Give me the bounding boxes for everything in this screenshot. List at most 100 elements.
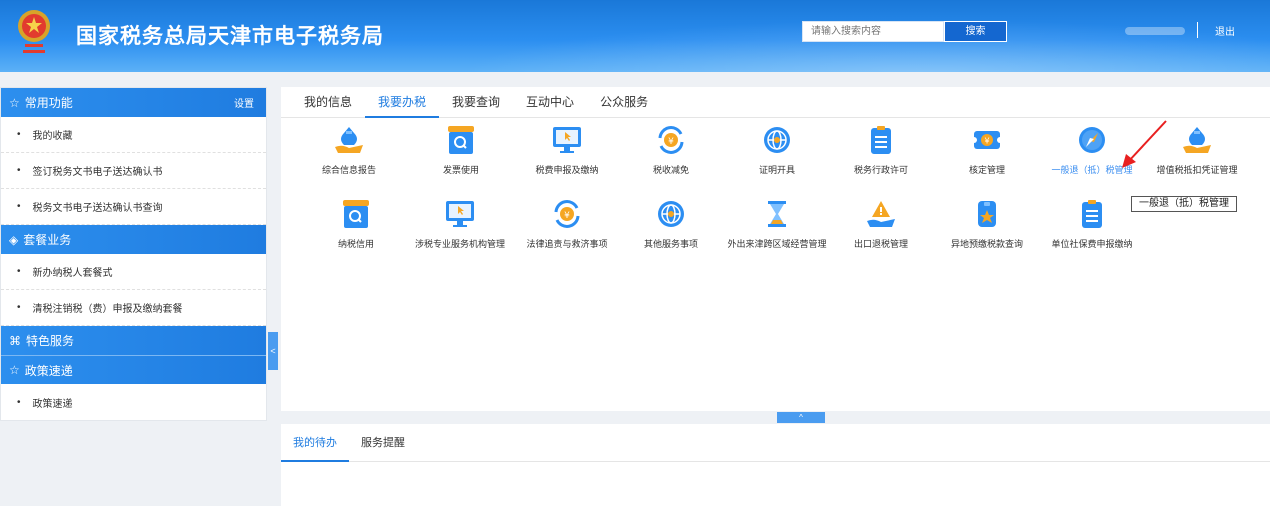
globe-icon — [658, 201, 684, 227]
service-remote-prepay-query[interactable]: 异地预缴税款查询 — [932, 199, 1042, 251]
clipboard-icon — [871, 126, 891, 154]
monitor-cursor-icon — [446, 201, 474, 227]
hand-warning-icon — [867, 201, 895, 227]
service-cross-region[interactable]: 外出来津跨区域经营管理 — [722, 199, 832, 251]
service-label: 综合信息报告 — [321, 165, 376, 175]
service-label: 证明开具 — [758, 165, 795, 175]
service-tax-declaration[interactable]: 税费申报及缴纳 — [512, 125, 622, 177]
site-header: 国家税务总局天津市电子税务局 搜索 退出 — [0, 0, 1270, 72]
service-label: 税收减免 — [652, 165, 689, 175]
tab-my-info[interactable]: 我的信息 — [291, 87, 365, 117]
sidebar-item-policy[interactable]: • 政策速递 — [1, 384, 266, 420]
globe-certificate-icon — [764, 127, 790, 153]
sidebar-section-special[interactable]: ⌘ 特色服务 — [1, 326, 266, 355]
sidebar-item-sign-confirmation[interactable]: • 签订税务文书电子送达确认书 — [1, 153, 266, 189]
star-badge-icon — [978, 201, 996, 227]
tooltip: 一般退（抵）税管理 — [1131, 196, 1237, 212]
site-title: 国家税务总局天津市电子税务局 — [76, 25, 384, 48]
service-label: 出口退税管理 — [853, 239, 908, 249]
bullet-icon: • — [17, 201, 21, 212]
service-other[interactable]: 其他服务事项 — [616, 199, 726, 251]
user-name-masked — [1125, 27, 1185, 35]
invoice-search-icon — [448, 126, 474, 154]
sidebar: ☆ 常用功能 设置 • 我的收藏 • 签订税务文书电子送达确认书 • 税务文书电子送达… — [0, 87, 267, 421]
sidebar-item-label: 政策速递 — [32, 398, 73, 410]
service-legal-remedy[interactable]: ¥ 法律追责与救济事项 — [512, 199, 622, 251]
bullet-icon: • — [17, 129, 21, 140]
sidebar-section-title: 套餐业务 — [23, 233, 72, 247]
service-label: 纳税信用 — [337, 239, 374, 249]
sidebar-item-label: 新办纳税人套餐式 — [32, 268, 113, 279]
sidebar-section-title: 政策速递 — [24, 363, 73, 378]
tab-interaction[interactable]: 互动中心 — [513, 87, 587, 117]
monitor-cursor-icon — [553, 127, 581, 153]
annotation-arrow-icon — [1122, 120, 1167, 168]
sidebar-item-deregistration-package[interactable]: • 清税注销税（费）申报及缴纳套餐 — [1, 290, 266, 326]
service-label: 税务行政许可 — [853, 165, 908, 175]
service-agency-management[interactable]: 涉税专业服务机构管理 — [405, 199, 515, 251]
grid-icon: ⌘ — [9, 333, 21, 348]
hourglass-icon — [768, 201, 786, 227]
service-label: 异地预缴税款查询 — [950, 239, 1023, 249]
star-outline-icon: ☆ — [9, 95, 20, 110]
bullet-icon: • — [17, 302, 21, 313]
sidebar-item-new-taxpayer-package[interactable]: • 新办纳税人套餐式 — [1, 254, 266, 290]
sidebar-item-confirmation-query[interactable]: • 税务文书电子送达确认书查询 — [1, 189, 266, 225]
yuan-ticket-icon: ¥ — [971, 131, 1003, 149]
tab-my-todo[interactable]: 我的待办 — [281, 424, 349, 462]
national-emblem-logo — [18, 10, 50, 53]
service-assessment[interactable]: ¥ 核定管理 — [932, 125, 1042, 177]
bullet-icon: • — [17, 266, 21, 277]
sidebar-item-label: 清税注销税（费）申报及缴纳套餐 — [32, 304, 183, 315]
sidebar-section-common[interactable]: ☆ 常用功能 设置 — [1, 88, 266, 117]
tab-tax-handling[interactable]: 我要办税 — [365, 87, 440, 118]
tab-query[interactable]: 我要查询 — [439, 87, 513, 117]
service-tax-credit[interactable]: 纳税信用 — [301, 199, 411, 251]
service-label: 单位社保费申报缴纳 — [1051, 239, 1133, 249]
main-tabs: 我的信息 我要办税 我要查询 互动中心 公众服务 — [281, 87, 1270, 118]
sidebar-section-package[interactable]: ◈ 套餐业务 — [1, 225, 266, 254]
logout-link[interactable]: 退出 — [1215, 23, 1235, 38]
service-invoice-use[interactable]: 发票使用 — [406, 125, 516, 177]
sidebar-section-title: 特色服务 — [26, 334, 75, 348]
hand-moneybag-icon — [335, 127, 363, 153]
compass-icon — [1079, 127, 1105, 153]
sidebar-item-favorites[interactable]: • 我的收藏 — [1, 117, 266, 153]
sidebar-section-policy[interactable]: ☆ 政策速递 — [1, 355, 266, 384]
yuan-refresh-icon: ¥ — [658, 126, 684, 154]
sidebar-item-label: 我的收藏 — [32, 131, 73, 142]
yuan-refresh-icon: ¥ — [554, 200, 580, 228]
service-label: 发票使用 — [442, 165, 479, 175]
service-certificate[interactable]: 证明开具 — [722, 125, 832, 177]
service-label: 其他服务事项 — [643, 239, 698, 249]
invoice-search-icon — [343, 200, 369, 228]
search-button[interactable]: 搜索 — [944, 21, 1007, 42]
service-info-report[interactable]: 综合信息报告 — [294, 125, 404, 177]
service-label: 核定管理 — [968, 165, 1005, 175]
sidebar-item-label: 税务文书电子送达确认书查询 — [32, 203, 163, 214]
sidebar-collapse-button[interactable]: < — [268, 332, 278, 370]
sidebar-item-label: 签订税务文书电子送达确认书 — [32, 167, 163, 178]
clipboard-icon — [1082, 200, 1102, 228]
svg-text:¥: ¥ — [984, 137, 989, 146]
svg-text:¥: ¥ — [668, 137, 674, 147]
service-admin-license[interactable]: 税务行政许可 — [826, 125, 936, 177]
hand-moneybag-icon — [1183, 127, 1211, 153]
sidebar-settings-link[interactable]: 设置 — [234, 95, 254, 110]
service-label: 涉税专业服务机构管理 — [414, 239, 505, 249]
tab-service-reminder[interactable]: 服务提醒 — [349, 424, 417, 461]
service-label: 税费申报及缴纳 — [535, 165, 599, 175]
svg-text:¥: ¥ — [564, 211, 570, 221]
service-label: 法律追责与救济事项 — [526, 239, 608, 249]
bottom-tabs: 我的待办 服务提醒 — [281, 424, 1270, 462]
search-input[interactable] — [802, 21, 944, 42]
bullet-icon: • — [17, 165, 21, 176]
layers-icon: ◈ — [9, 232, 19, 247]
tab-public-service[interactable]: 公众服务 — [587, 87, 661, 117]
todo-panel: 我的待办 服务提醒 — [281, 424, 1270, 506]
panel-expand-button[interactable]: ^ — [777, 412, 825, 423]
service-export-refund[interactable]: 出口退税管理 — [826, 199, 936, 251]
bullet-icon: • — [17, 396, 21, 408]
service-label: 外出来津跨区域经营管理 — [727, 239, 827, 249]
service-tax-reduction[interactable]: ¥ 税收减免 — [616, 125, 726, 177]
